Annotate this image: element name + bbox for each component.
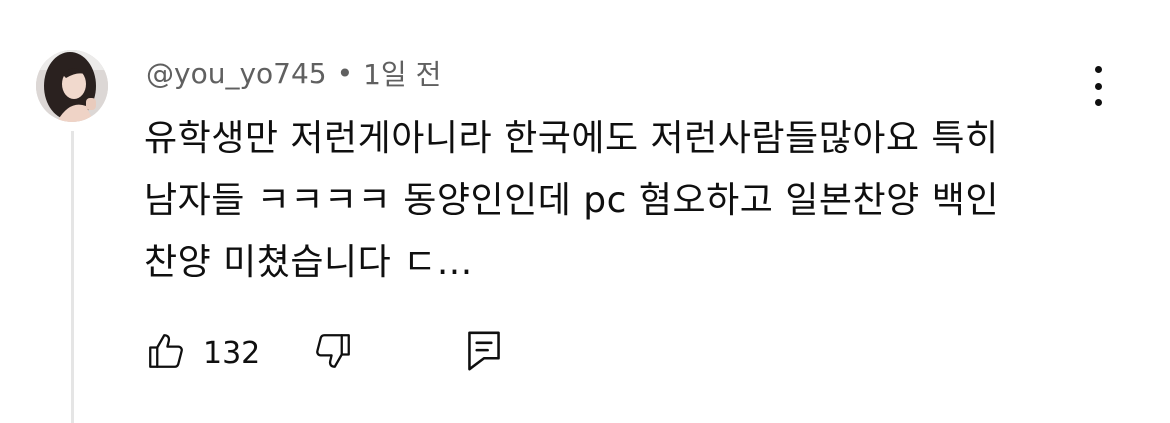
reply-comment-icon: [464, 329, 504, 377]
like-count: 132: [203, 335, 261, 371]
menu-dot: [1094, 66, 1102, 73]
dislike-button[interactable]: [312, 330, 354, 376]
reply-button[interactable]: [464, 329, 504, 377]
comment-line: 유학생만 저런게아니라 한국에도 저런사람들많아요 특히: [144, 118, 999, 159]
menu-dot: [1094, 82, 1102, 90]
comment-line: 남자들 ㅋㅋㅋㅋ 동양인인데 pc 혐오하고 일본찬양 백인: [144, 180, 999, 221]
comment-line: 찬양 미쳤습니다 ㄷ...: [144, 242, 473, 283]
comment-text: 유학생만 저런게아니라 한국에도 저런사람들많아요 특히 남자들 ㅋㅋㅋㅋ 동양…: [144, 108, 1084, 294]
comment-timestamp: 1일 전: [363, 58, 442, 91]
menu-dot: [1094, 99, 1102, 106]
author-handle[interactable]: @you_yo745: [146, 57, 327, 90]
thumbs-up-icon: [145, 330, 187, 376]
thread-line: [71, 131, 74, 423]
more-vertical-icon[interactable]: [1086, 66, 1110, 106]
thumbs-down-icon: [312, 330, 354, 376]
comment-actions: 132: [145, 330, 504, 376]
like-button[interactable]: 132: [145, 330, 260, 376]
meta-separator: •: [336, 56, 354, 90]
comment-meta: @you_yo745 • 1일 전: [146, 53, 441, 93]
avatar[interactable]: [36, 50, 108, 122]
